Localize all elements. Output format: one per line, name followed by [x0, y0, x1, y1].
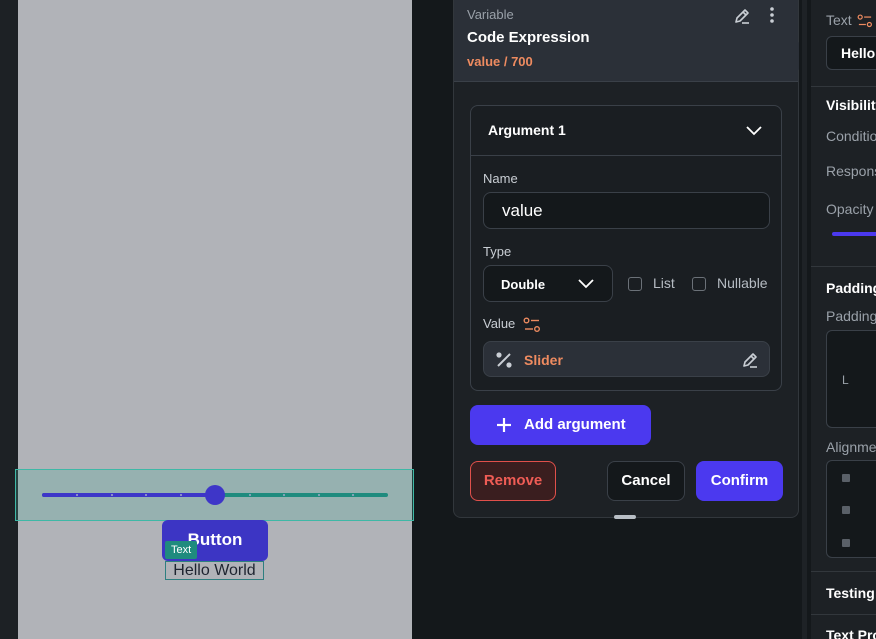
align-dot[interactable] [842, 506, 850, 514]
padding-section[interactable]: Padding [826, 280, 876, 296]
alignment-grid[interactable] [826, 460, 876, 558]
text-prop-label: Text [826, 12, 852, 28]
nullable-label: Nullable [717, 275, 768, 291]
text-widget-tag: Text [165, 541, 198, 559]
testing-section[interactable]: Testing [826, 585, 875, 601]
list-checkbox[interactable] [628, 277, 642, 291]
chevron-down-icon [578, 279, 594, 289]
divider [811, 266, 876, 267]
slider-active-track [42, 493, 216, 497]
type-dropdown[interactable]: Double [483, 265, 613, 302]
divider [811, 571, 876, 572]
variable-source-icon [523, 317, 540, 332]
argument-card: Argument 1 Name Type Double List Nullabl… [470, 105, 782, 391]
pencil-icon[interactable] [732, 6, 752, 26]
panel-scrollbar[interactable] [799, 0, 811, 639]
cancel-button[interactable]: Cancel [607, 461, 685, 501]
responsive-label: Responsive [826, 163, 876, 179]
chevron-down-icon[interactable] [744, 122, 764, 140]
list-label: List [653, 275, 675, 291]
divider [811, 86, 876, 87]
slider-tick [283, 494, 285, 496]
alignment-label: Alignment [826, 439, 876, 455]
slider-tick [352, 494, 354, 496]
slider-tick [76, 494, 78, 496]
slider-tick [180, 494, 182, 496]
type-label: Type [483, 244, 512, 259]
variable-source-icon[interactable] [857, 14, 873, 28]
scrollbar-track[interactable] [802, 0, 807, 639]
popover-title: Code Expression [467, 29, 590, 46]
popover-drag-handle[interactable] [614, 515, 636, 519]
opacity-slider[interactable] [832, 232, 876, 236]
align-dot[interactable] [842, 474, 850, 482]
plus-icon [497, 418, 511, 432]
properties-panel: Text Hello Visibility Condition Responsi… [811, 0, 876, 639]
canvas-gutter [412, 0, 453, 639]
slider-tick [249, 494, 251, 496]
popover-header: Variable Code Expression value / 700 [454, 0, 798, 82]
slider-thumb[interactable] [205, 485, 225, 505]
text-value-input[interactable]: Hello [826, 36, 876, 70]
nullable-checkbox[interactable] [692, 277, 706, 291]
expression-subtitle: value / 700 [467, 54, 533, 69]
padding-editor[interactable]: L [826, 330, 876, 428]
padding-label: Padding [826, 308, 876, 324]
padding-left-label: L [842, 373, 849, 387]
divider [811, 614, 876, 615]
variable-kind-label: Variable [467, 7, 514, 22]
left-gutter [0, 0, 18, 639]
add-argument-button[interactable]: Add argument [470, 405, 651, 445]
slider-tick [111, 494, 113, 496]
percent-icon [496, 352, 512, 368]
pencil-icon[interactable] [740, 350, 760, 370]
text-value: Hello [841, 45, 876, 61]
name-label: Name [483, 171, 518, 186]
hello-world-text[interactable]: Hello World [165, 561, 264, 580]
text-properties-section[interactable]: Text Pro [826, 627, 876, 639]
argument-name-input[interactable] [483, 192, 770, 229]
opacity-label: Opacity [826, 201, 874, 217]
confirm-button[interactable]: Confirm [696, 461, 783, 501]
slider-tick [318, 494, 320, 496]
condition-label: Condition [826, 128, 876, 144]
value-source-text: Slider [524, 352, 563, 368]
argument-header[interactable]: Argument 1 [471, 106, 781, 156]
value-source-field[interactable]: Slider [483, 341, 770, 377]
code-expression-popover: Variable Code Expression value / 700 Arg… [453, 0, 799, 519]
visibility-section[interactable]: Visibility [826, 97, 876, 113]
type-value: Double [501, 277, 546, 292]
argument-title: Argument 1 [488, 122, 566, 138]
slider-tick [145, 494, 147, 496]
remove-button[interactable]: Remove [470, 461, 556, 501]
value-label: Value [483, 316, 516, 331]
add-argument-label: Add argument [524, 416, 626, 433]
more-vertical-icon[interactable] [764, 6, 780, 26]
align-dot[interactable] [842, 539, 850, 547]
